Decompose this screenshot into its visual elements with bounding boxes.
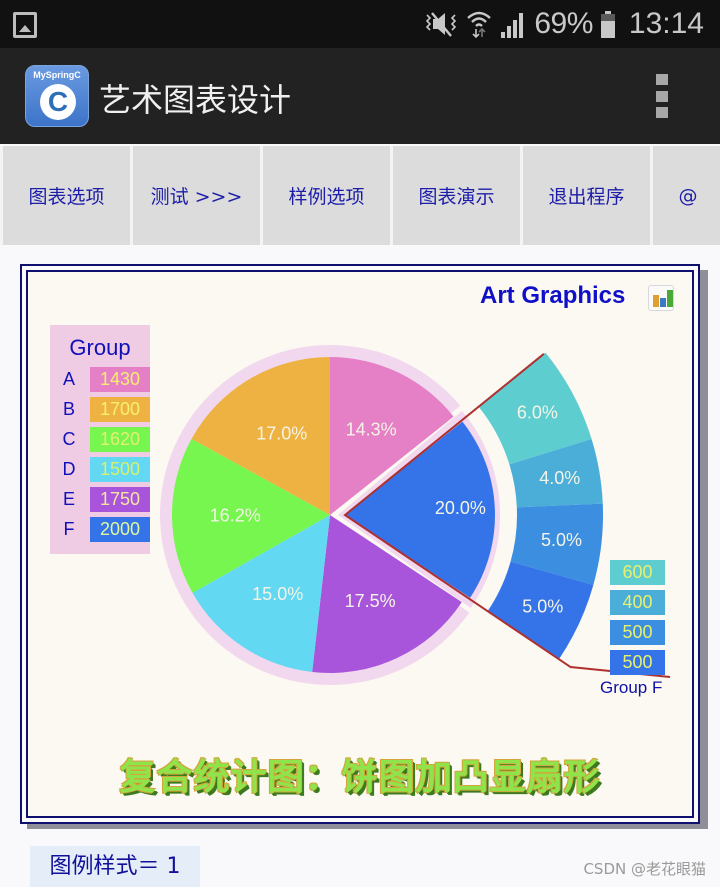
legend-key: E [62,489,75,509]
pie-slice-label-b: 17.0% [256,423,307,443]
sub-ring-label-4: 5.0% [522,597,563,617]
pie-slice-label-c: 16.2% [210,506,261,526]
chart-brand-title: Art Graphics [480,282,626,309]
watermark: CSDN @老花眼猫 [583,860,706,878]
legend-title: Group [69,335,131,360]
legend-value: 1620 [90,427,150,452]
legend-key: A [62,369,75,389]
legend-style-button[interactable]: 图例样式＝ 1 [30,846,200,887]
sub-legend-group-label: Group F [600,678,663,697]
sub-ring-label-3: 5.0% [541,530,582,550]
legend-value: 1750 [90,487,150,512]
sub-legend-value-1: 600 [610,560,665,585]
legend-key: D [62,459,76,479]
legend-item-f: F 2000 [60,517,150,542]
pie-slice-label-e: 17.5% [345,591,396,611]
sub-legend-value-2: 400 [610,590,665,615]
legend-item-d: D 1500 [60,457,150,482]
legend-item-a: A 1430 [60,367,150,392]
pie-slice-label-a: 14.3% [346,420,397,440]
legend-item-e: E 1750 [60,487,150,512]
legend-key: B [62,399,75,419]
pie-slice-label-d: 15.0% [252,584,303,604]
legend-value: 2000 [90,517,150,542]
bar-chart-icon [648,285,674,311]
legend-item-c: C 1620 [60,427,150,452]
sub-legend-value-4: 500 [610,650,665,675]
sub-ring-label-1: 6.0% [517,402,558,422]
legend-value: 1430 [90,367,150,392]
legend-value: 1500 [90,457,150,482]
legend-key: F [63,519,75,539]
sub-legend-value-3: 500 [610,620,665,645]
pie-slice-label-f: 20.0% [435,498,486,518]
legend: Group A 1430 B 1700 C 1620 D 1500 E 1750 F 2000 [50,325,150,554]
legend-item-b: B 1700 [60,397,150,422]
chart-caption: 复合统计图：饼图加凸显扇形 [119,757,601,798]
legend-value: 1700 [90,397,150,422]
sub-ring-label-2: 4.0% [539,468,580,488]
legend-key: C [62,429,76,449]
